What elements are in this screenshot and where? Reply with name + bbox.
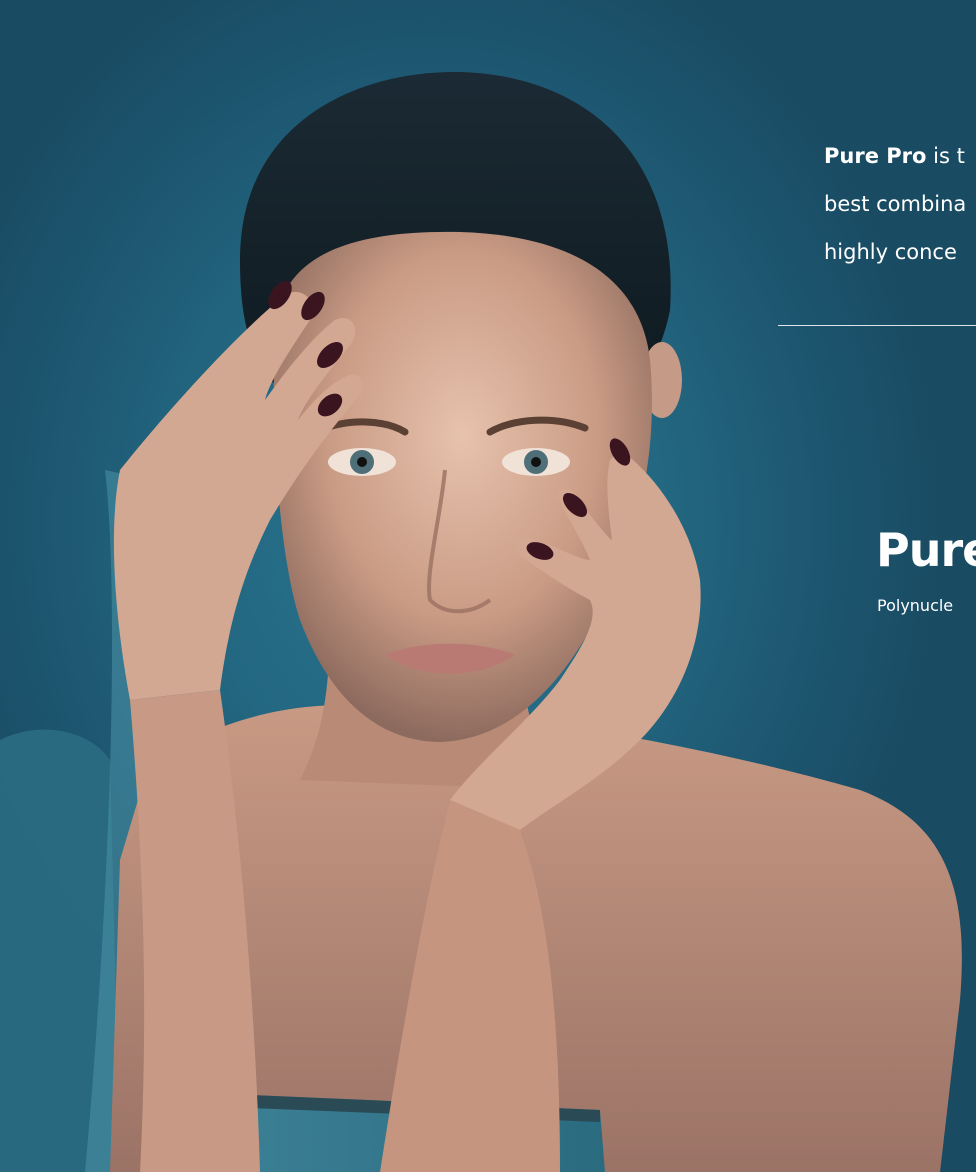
intro-line-1-rest: is t [926, 144, 965, 168]
hero-banner: Pure Pro is t best combina highly conce … [0, 0, 976, 1172]
intro-line-2: best combina [824, 192, 967, 216]
product-name: Pure Pro [824, 144, 927, 168]
divider-line [778, 325, 976, 326]
intro-line-3: highly conce [824, 240, 957, 264]
brand-logo: Pure [876, 523, 976, 577]
intro-line-1: Pure Pro is t [824, 132, 976, 180]
intro-copy: Pure Pro is t best combina highly conce [824, 132, 976, 276]
brand-tagline: Polynucle [877, 596, 954, 615]
